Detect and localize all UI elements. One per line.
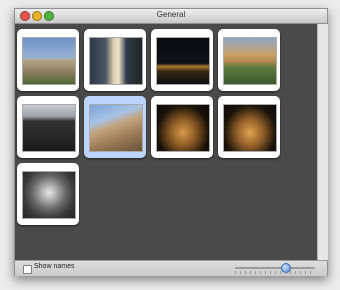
title-bar[interactable]: General [15,9,327,24]
thumbnail-5[interactable] [17,96,79,158]
photo-icon [156,37,210,85]
thumbnail-8[interactable] [218,96,280,158]
thumbnail-3[interactable] [151,29,213,91]
thumbnail-2[interactable] [84,29,146,91]
size-slider-track[interactable] [235,267,315,269]
thumbnail-6[interactable] [84,96,146,158]
photo-icon [22,37,76,85]
photo-icon [22,171,76,219]
thumbnail-9[interactable] [17,163,79,225]
thumbnail-7[interactable] [151,96,213,158]
footer-bar: Show names [15,260,327,276]
photo-icon [156,104,210,152]
window: General Show names [14,8,328,276]
thumbnail-1[interactable] [17,29,79,91]
thumbnail-grid [15,24,317,260]
window-title: General [156,10,186,19]
photo-icon [89,37,143,85]
photo-icon [22,104,76,152]
show-names-label: Show names [34,263,75,270]
photo-icon [223,104,277,152]
show-names-checkbox[interactable] [23,265,32,274]
photo-icon [223,37,277,85]
vertical-scrollbar[interactable] [317,24,328,260]
thumbnail-4[interactable] [218,29,280,91]
slider-ticks [235,271,315,274]
photo-icon [89,104,143,152]
